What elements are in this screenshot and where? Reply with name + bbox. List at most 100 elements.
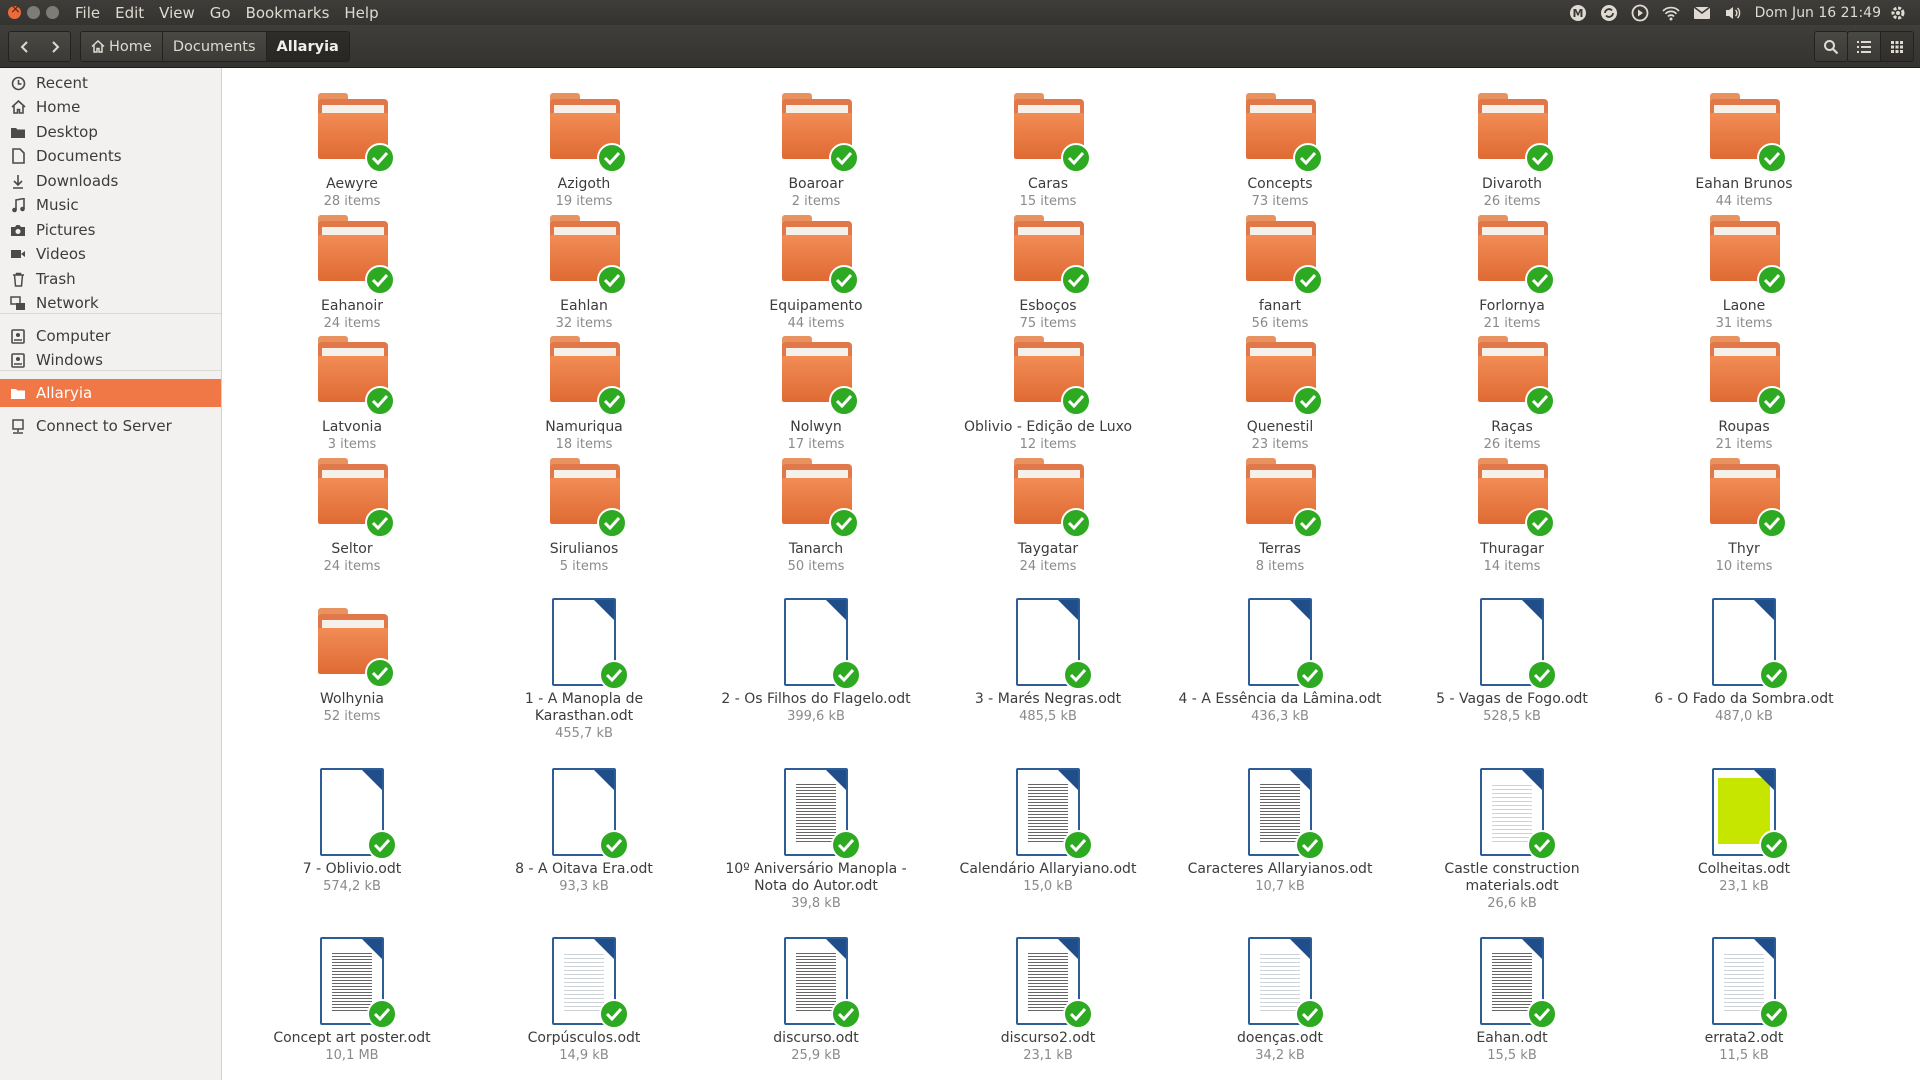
sync-icon[interactable]	[1600, 4, 1618, 22]
synced-check-icon	[1295, 999, 1325, 1029]
folder-item[interactable]: Forlornya 21 items	[1402, 205, 1622, 332]
media-player-icon[interactable]	[1631, 4, 1649, 22]
file-item[interactable]: 10º Aniversário Manopla - Nota do Autor.…	[706, 768, 926, 912]
menu-go[interactable]: Go	[210, 4, 231, 22]
sidebar-item-windows[interactable]: Windows	[0, 346, 221, 374]
folder-item[interactable]: Raças 26 items	[1402, 326, 1622, 453]
sidebar-item-label: Windows	[36, 351, 103, 369]
folder-item[interactable]: Aewyre 28 items	[242, 83, 462, 210]
file-item[interactable]: errata2.odt 11,5 kB	[1634, 937, 1854, 1064]
folder-item[interactable]: Concepts 73 items	[1170, 83, 1390, 210]
folder-item[interactable]: Equipamento 44 items	[706, 205, 926, 332]
file-item[interactable]: Calendário Allaryiano.odt 15,0 kB	[938, 768, 1158, 895]
file-item[interactable]: 1 - A Manopla de Karasthan.odt 455,7 kB	[474, 598, 694, 742]
file-meta: 528,5 kB	[1483, 709, 1541, 724]
synced-check-icon	[1293, 143, 1323, 173]
search-button[interactable]	[1814, 31, 1848, 62]
menu-file[interactable]: File	[75, 4, 100, 22]
file-item[interactable]: 8 - A Oitava Era.odt 93,3 kB	[474, 768, 694, 895]
volume-icon[interactable]	[1724, 5, 1742, 21]
folder-item[interactable]: Caras 15 items	[938, 83, 1158, 210]
file-name: Eahanoir	[321, 298, 383, 314]
folder-item[interactable]: Oblivio - Edição de Luxo 12 items	[938, 326, 1158, 453]
sidebar-item-documents[interactable]: Documents	[0, 142, 221, 170]
folder-item[interactable]: Tanarch 50 items	[706, 448, 926, 575]
folder-item[interactable]: Quenestil 23 items	[1170, 326, 1390, 453]
breadcrumb-home[interactable]: Home	[81, 32, 163, 61]
folder-item[interactable]: Divaroth 26 items	[1402, 83, 1622, 210]
file-item[interactable]: doenças.odt 34,2 kB	[1170, 937, 1390, 1064]
folder-item[interactable]: Boaroar 2 items	[706, 83, 926, 210]
menu-help[interactable]: Help	[344, 4, 378, 22]
breadcrumb-current[interactable]: Allaryia	[266, 32, 349, 61]
folder-item[interactable]: Laone 31 items	[1634, 205, 1854, 332]
breadcrumb-documents[interactable]: Documents	[162, 32, 267, 61]
folder-item[interactable]: Taygatar 24 items	[938, 448, 1158, 575]
folder-icon	[307, 205, 397, 295]
file-item[interactable]: discurso.odt 25,9 kB	[706, 937, 926, 1064]
menu-edit[interactable]: Edit	[115, 4, 144, 22]
file-item[interactable]: Eahan.odt 15,5 kB	[1402, 937, 1622, 1064]
folder-item[interactable]: Latvonia 3 items	[242, 326, 462, 453]
folder-item[interactable]: Eahan Brunos 44 items	[1634, 83, 1854, 210]
network-icon	[9, 295, 27, 311]
chevron-right-icon	[51, 40, 59, 53]
folder-item[interactable]: Nolwyn 17 items	[706, 326, 926, 453]
folder-item[interactable]: Eahanoir 24 items	[242, 205, 462, 332]
folder-item[interactable]: Sirulianos 5 items	[474, 448, 694, 575]
file-item[interactable]: Caracteres Allaryianos.odt 10,7 kB	[1170, 768, 1390, 895]
menu-view[interactable]: View	[159, 4, 195, 22]
back-button[interactable]	[8, 31, 41, 62]
trash-icon	[9, 272, 27, 287]
folder-item[interactable]: Terras 8 items	[1170, 448, 1390, 575]
file-item[interactable]: discurso2.odt 23,1 kB	[938, 937, 1158, 1064]
file-item[interactable]: 2 - Os Filhos do Flagelo.odt 399,6 kB	[706, 598, 926, 725]
sidebar-item-connect-to-server[interactable]: Connect to Server	[0, 412, 221, 440]
sidebar-item-home[interactable]: Home	[0, 93, 221, 121]
file-item[interactable]: Corpúsculos.odt 14,9 kB	[474, 937, 694, 1064]
folder-icon	[771, 448, 861, 538]
window-close-button[interactable]	[8, 2, 21, 19]
file-name: Laone	[1722, 298, 1766, 314]
mail-icon[interactable]	[1693, 5, 1711, 20]
home-icon	[91, 40, 105, 53]
file-item[interactable]: 6 - O Fado da Sombra.odt 487,0 kB	[1634, 598, 1854, 725]
file-meta: 399,6 kB	[787, 709, 845, 724]
window-maximize-button[interactable]	[46, 6, 59, 19]
synced-check-icon	[1293, 386, 1323, 416]
window-minimize-button[interactable]	[27, 6, 40, 19]
synced-check-icon	[597, 386, 627, 416]
file-item[interactable]: 4 - A Essência da Lâmina.odt 436,3 kB	[1170, 598, 1390, 725]
sidebar-item-network[interactable]: Network	[0, 289, 221, 317]
file-item[interactable]: Castle construction materials.odt 26,6 kB	[1402, 768, 1622, 912]
file-name: Castle construction materials.odt	[1444, 861, 1580, 894]
file-item[interactable]: 5 - Vagas de Fogo.odt 528,5 kB	[1402, 598, 1622, 725]
file-item[interactable]: Colheitas.odt 23,1 kB	[1634, 768, 1854, 895]
folder-item[interactable]: Roupas 21 items	[1634, 326, 1854, 453]
folder-item[interactable]: Thuragar 14 items	[1402, 448, 1622, 575]
sidebar-item-videos[interactable]: Videos	[0, 240, 221, 268]
folder-item[interactable]: fanart 56 items	[1170, 205, 1390, 332]
folder-item[interactable]: Azigoth 19 items	[474, 83, 694, 210]
sidebar-item-allaryia[interactable]: Allaryia	[0, 379, 221, 407]
file-item[interactable]: 3 - Marés Negras.odt 485,5 kB	[938, 598, 1158, 725]
file-item[interactable]: Concept art poster.odt 10,1 MB	[242, 937, 462, 1064]
folder-item[interactable]: Eahlan 32 items	[474, 205, 694, 332]
folder-item[interactable]: Esboços 75 items	[938, 205, 1158, 332]
folder-item[interactable]: Namuriqua 18 items	[474, 326, 694, 453]
mega-icon[interactable]: M	[1569, 4, 1587, 22]
forward-button[interactable]	[39, 31, 71, 62]
clock[interactable]: Dom Jun 16 21:49	[1755, 5, 1881, 21]
power-gear-icon[interactable]	[1889, 4, 1907, 22]
list-view-button[interactable]	[1847, 31, 1881, 62]
sidebar-item-music[interactable]: Music	[0, 191, 221, 219]
menu-bookmarks[interactable]: Bookmarks	[246, 4, 330, 22]
wifi-icon[interactable]	[1662, 5, 1680, 21]
folder-item[interactable]: Wolhynia 52 items	[242, 598, 462, 725]
folder-item[interactable]: Seltor 24 items	[242, 448, 462, 575]
file-name: Namuriqua	[545, 419, 623, 435]
synced-check-icon	[599, 830, 629, 860]
grid-view-button[interactable]	[1881, 31, 1914, 62]
file-item[interactable]: 7 - Oblivio.odt 574,2 kB	[242, 768, 462, 895]
folder-item[interactable]: Thyr 10 items	[1634, 448, 1854, 575]
